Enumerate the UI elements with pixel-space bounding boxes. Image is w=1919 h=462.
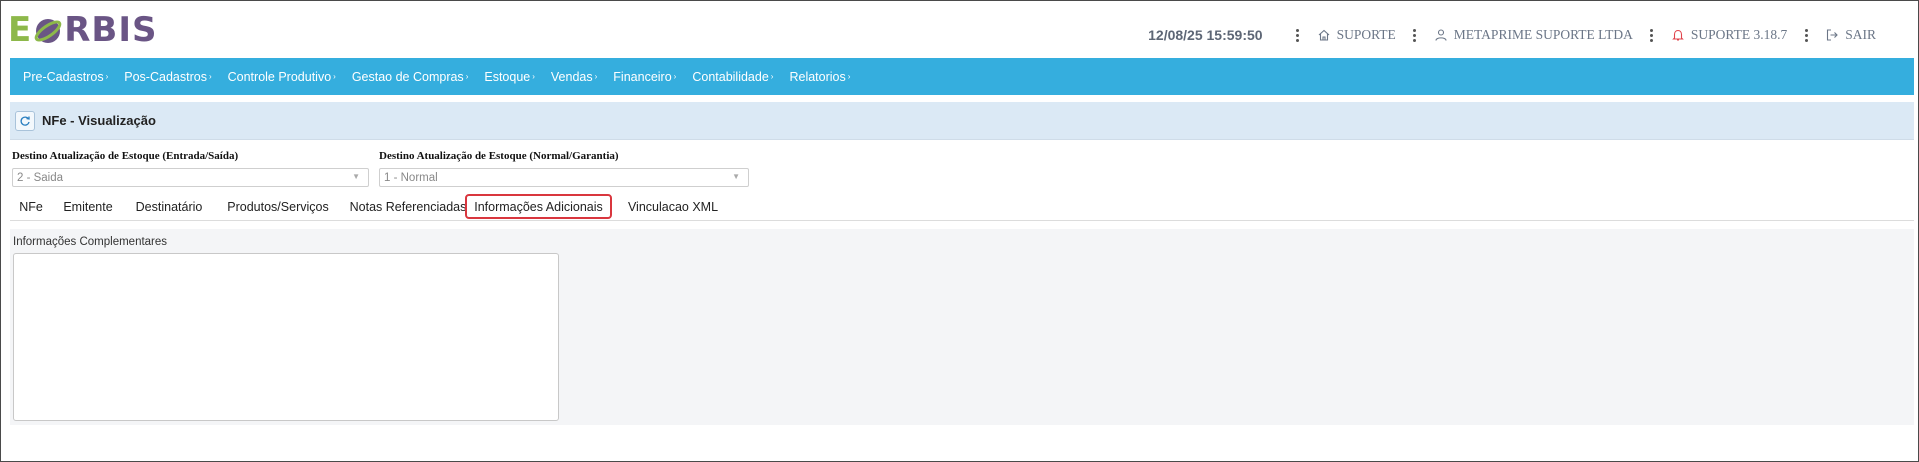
chevron-right-icon: › <box>105 72 109 81</box>
nav-vendas[interactable]: Vendas › <box>551 70 597 84</box>
entrada-saida-label: Destino Atualização de Estoque (Entrada/… <box>12 150 239 162</box>
tab-informacoes-adicionais[interactable]: Informações Adicionais <box>465 194 612 219</box>
kebab-menu-icon[interactable] <box>1291 23 1305 47</box>
suporte-label: SUPORTE <box>1336 27 1396 42</box>
chevron-down-icon: ▼ <box>352 172 360 181</box>
nav-financeiro[interactable]: Financeiro › <box>613 70 676 84</box>
tab-destinatario[interactable]: Destinatário <box>130 194 208 219</box>
chevron-right-icon: › <box>532 72 535 81</box>
bell-icon <box>1672 29 1684 41</box>
chevron-right-icon: › <box>673 72 677 81</box>
user-icon <box>1435 29 1447 41</box>
kebab-menu-icon[interactable] <box>1645 23 1659 47</box>
informacoes-complementares-label: Informações Complementares <box>13 236 168 248</box>
refresh-button[interactable] <box>15 110 35 131</box>
logout-button[interactable]: SAIR <box>1825 27 1876 43</box>
entrada-saida-select[interactable]: 2 - Saida ▼ <box>12 168 369 187</box>
chevron-right-icon: › <box>208 72 212 81</box>
normal-garantia-select[interactable]: 1 - Normal ▼ <box>379 168 749 187</box>
kebab-menu-icon[interactable] <box>1408 23 1422 47</box>
tab-notas-referenciadas[interactable]: Notas Referenciadas <box>346 194 470 219</box>
chevron-right-icon: › <box>770 72 774 81</box>
app-header: E RBIS 12/08/25 15:59:50 SUPORTE METAPRI… <box>1 1 1918 59</box>
page-title: NFe - Visualização <box>42 113 156 128</box>
nav-pos-cadastros[interactable]: Pos-Cadastros › <box>124 70 211 84</box>
chevron-down-icon: ▼ <box>732 172 740 181</box>
nav-contabilidade[interactable]: Contabilidade › <box>692 70 773 84</box>
tab-bar: NFe Emitente Destinatário Produtos/Servi… <box>10 191 1914 221</box>
company-selector[interactable]: METAPRIME SUPORTE LTDA <box>1434 27 1633 43</box>
chevron-right-icon: › <box>333 72 336 81</box>
page-header: NFe - Visualização <box>10 102 1914 140</box>
suporte-link[interactable]: SUPORTE <box>1317 27 1396 43</box>
normal-garantia-label: Destino Atualização de Estoque (Normal/G… <box>379 150 619 162</box>
kebab-menu-icon[interactable] <box>1799 23 1813 47</box>
tab-emitente[interactable]: Emitente <box>58 194 118 219</box>
refresh-icon <box>20 116 30 126</box>
logout-icon <box>1827 29 1839 41</box>
nav-relatorios[interactable]: Relatorios › <box>789 70 850 84</box>
chevron-right-icon: › <box>465 72 469 81</box>
eorbis-logo[interactable]: E RBIS <box>8 10 157 50</box>
logout-label: SAIR <box>1845 27 1876 42</box>
home-icon <box>1318 29 1329 41</box>
tab-produtos-servicos[interactable]: Produtos/Serviços <box>220 194 336 219</box>
tab-vinculacao-xml[interactable]: Vinculacao XML <box>621 194 725 219</box>
nav-gestao-compras[interactable]: Gestao de Compras › <box>352 70 469 84</box>
version-label: SUPORTE 3.18.7 <box>1690 27 1788 42</box>
chevron-right-icon: › <box>594 72 598 81</box>
tab-panel: Informações Complementares <box>10 229 1914 425</box>
nav-controle-produtivo[interactable]: Controle Produtivo › <box>228 70 336 84</box>
informacoes-complementares-textarea[interactable] <box>13 253 559 421</box>
company-label: METAPRIME SUPORTE LTDA <box>1453 27 1633 42</box>
nav-pre-cadastros[interactable]: Pre-Cadastros › <box>23 70 108 84</box>
header-toolbar: 12/08/25 15:59:50 SUPORTE METAPRIME SUPO… <box>1148 23 1876 47</box>
logo-orbit-icon <box>33 15 63 45</box>
notifications-link[interactable]: SUPORTE 3.18.7 <box>1671 27 1787 43</box>
datetime: 12/08/25 15:59:50 <box>1148 27 1263 43</box>
nav-estoque[interactable]: Estoque › <box>484 70 535 84</box>
tab-nfe[interactable]: NFe <box>15 194 47 219</box>
main-nav: Pre-Cadastros › Pos-Cadastros › Controle P… <box>10 58 1914 95</box>
chevron-right-icon: › <box>847 72 851 81</box>
